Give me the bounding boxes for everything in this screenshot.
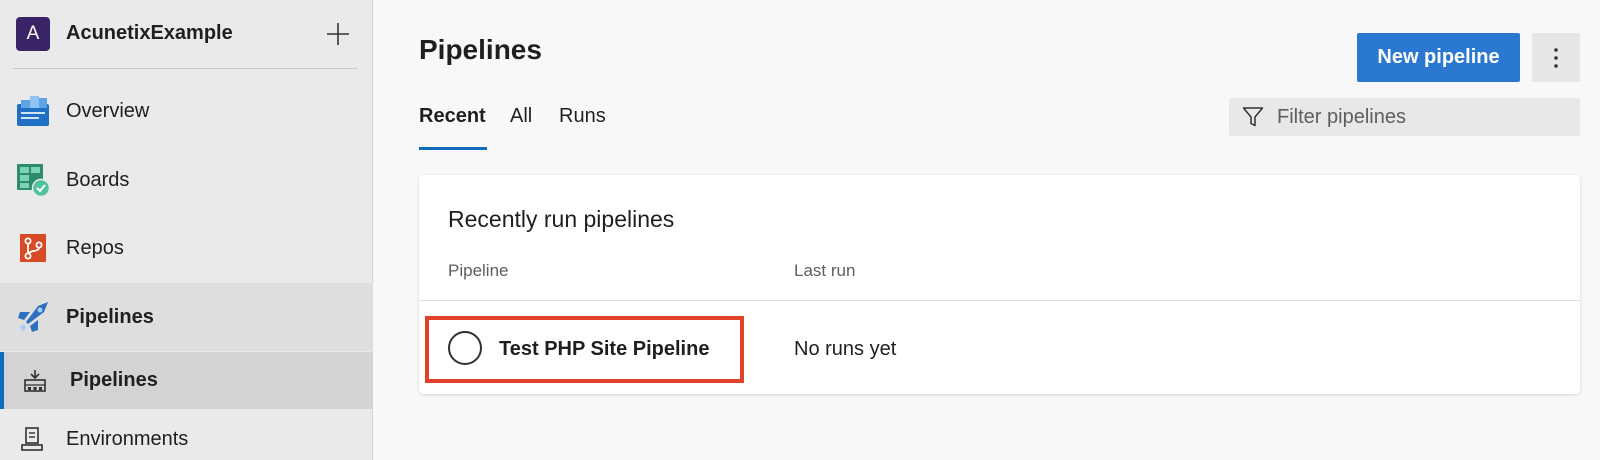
sidebar-item-boards[interactable]: Boards	[0, 152, 373, 208]
column-header-pipeline: Pipeline	[448, 261, 509, 280]
column-header-last-run: Last run	[794, 261, 856, 280]
new-pipeline-button[interactable]: New pipeline	[1357, 33, 1520, 82]
filter-pipelines-input[interactable]	[1277, 98, 1567, 136]
sidebar-item-label: Environments	[66, 427, 189, 450]
overview-icon	[17, 96, 49, 126]
active-tab-indicator	[419, 147, 487, 150]
main-content: Pipelines New pipeline Recent All Runs R…	[374, 0, 1600, 460]
more-vertical-icon	[1554, 47, 1558, 68]
more-options-button[interactable]	[1532, 33, 1580, 82]
last-run-value: No runs yet	[794, 338, 897, 360]
filter-icon	[1242, 107, 1264, 127]
page-title: Pipelines	[419, 34, 542, 65]
tab-all[interactable]: All	[510, 105, 532, 128]
sidebar-item-pipelines[interactable]: Pipelines	[0, 283, 373, 351]
pipelines-icon	[18, 302, 48, 332]
card-title: Recently run pipelines	[448, 206, 675, 232]
tab-runs[interactable]: Runs	[559, 105, 606, 128]
sidebar-item-environments[interactable]: Environments	[0, 414, 373, 460]
tab-recent[interactable]: Recent	[419, 105, 486, 128]
plus-icon	[327, 23, 349, 45]
repos-icon	[20, 234, 46, 262]
environments-icon	[21, 427, 43, 451]
sidebar-item-label: Repos	[66, 236, 124, 259]
sidebar-item-label: Boards	[66, 168, 130, 191]
sidebar-item-label: Pipelines	[66, 305, 154, 328]
boards-icon	[17, 164, 50, 197]
sidebar: A AcunetixExample Overview Boards Repos …	[0, 0, 373, 460]
recent-pipelines-card: Recently run pipelines Pipeline Last run…	[419, 175, 1580, 394]
table-row[interactable]: Test PHP Site Pipeline No runs yet	[419, 301, 1580, 394]
add-button[interactable]	[324, 20, 352, 48]
sidebar-item-pipelines-sub[interactable]: Pipelines	[0, 352, 373, 409]
divider	[13, 68, 357, 69]
sidebar-item-repos[interactable]: Repos	[0, 220, 373, 276]
project-name[interactable]: AcunetixExample	[66, 22, 233, 45]
filter-box[interactable]	[1229, 98, 1580, 136]
pipelines-list-icon	[24, 369, 46, 392]
highlight-box	[425, 316, 744, 383]
sidebar-item-label: Pipelines	[70, 369, 158, 391]
project-header: A AcunetixExample	[0, 0, 373, 68]
sidebar-item-overview[interactable]: Overview	[0, 83, 373, 139]
sidebar-item-label: Overview	[66, 99, 150, 122]
project-avatar[interactable]: A	[16, 17, 50, 51]
